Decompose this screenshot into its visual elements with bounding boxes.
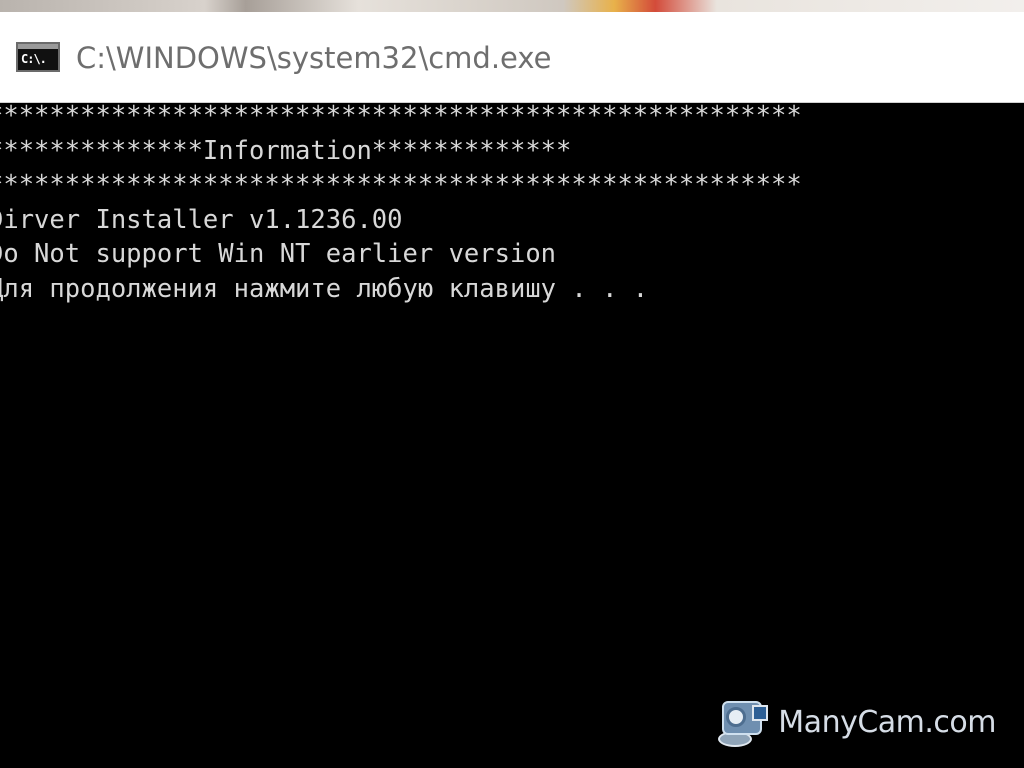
desktop-background-strip <box>0 0 1024 12</box>
manycam-watermark-text: ManyCam.com <box>778 704 996 740</box>
console-line: Для продолжения нажмите любую клавишу . … <box>0 273 649 304</box>
window-titlebar[interactable]: C:\. C:\WINDOWS\system32\cmd.exe <box>0 12 1024 103</box>
screen: C:\. C:\WINDOWS\system32\cmd.exe *******… <box>0 0 1024 768</box>
console-line: ****************************************… <box>0 101 802 131</box>
window-title: C:\WINDOWS\system32\cmd.exe <box>76 41 552 75</box>
cmd-window-icon[interactable]: C:\. <box>16 42 60 72</box>
console-line: **************Information************* <box>0 135 572 166</box>
cmd-icon-glyph: C:\. <box>21 52 47 66</box>
console-lines: ****************************************… <box>0 101 802 306</box>
cmd-icon-titlebar <box>18 44 58 49</box>
manycam-logo-icon <box>718 697 770 747</box>
manycam-logo-badge <box>752 705 769 721</box>
console-line: ****************************************… <box>0 170 802 200</box>
manycam-watermark: ManyCam.com <box>718 696 996 748</box>
console-line: Do Not support Win NT earlier version <box>0 239 557 269</box>
console-line: Dirver Installer v1.1236.00 <box>0 204 403 235</box>
console-output[interactable]: ****************************************… <box>0 101 1024 768</box>
